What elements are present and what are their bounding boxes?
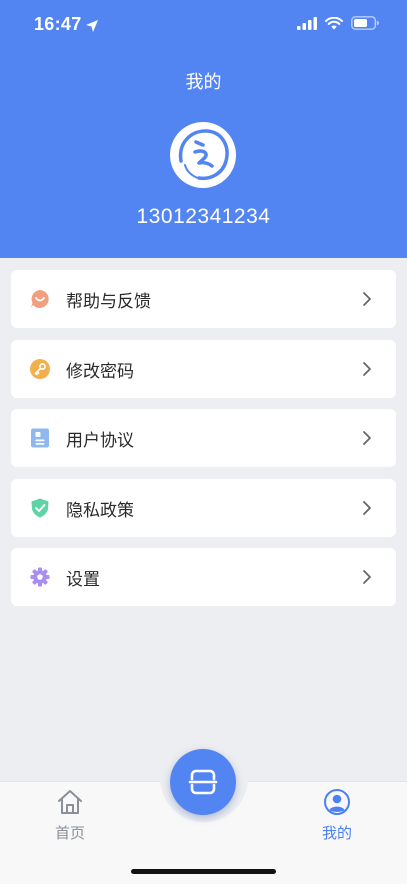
chevron-right-icon xyxy=(363,361,371,376)
signal-icon xyxy=(297,16,317,30)
chevron-right-icon xyxy=(363,431,371,445)
tab-home[interactable]: 首页 xyxy=(30,788,110,843)
home-indicator xyxy=(131,869,276,874)
gear-icon xyxy=(30,567,50,587)
chevron-right-icon xyxy=(363,570,371,584)
menu-label: 用户协议 xyxy=(66,431,134,451)
document-icon xyxy=(31,428,49,448)
avatar[interactable] xyxy=(169,121,237,189)
key-icon xyxy=(30,358,50,379)
tab-mine-label: 我的 xyxy=(321,824,352,842)
user-circle-icon xyxy=(324,789,350,815)
location-arrow-icon xyxy=(86,20,98,32)
menu-item-help-feedback[interactable]: 帮助与反馈 xyxy=(11,270,396,328)
scan-icon xyxy=(188,769,218,795)
menu-label: 隐私政策 xyxy=(66,500,134,521)
status-time: 16:47 xyxy=(34,14,82,34)
menu-item-settings[interactable]: 设置 xyxy=(11,548,396,606)
tab-mine[interactable]: 我的 xyxy=(297,788,377,843)
menu-label: 帮助与反馈 xyxy=(66,292,151,312)
smile-bubble-icon xyxy=(31,290,49,308)
menu-label: 设置 xyxy=(66,570,100,590)
battery-icon xyxy=(351,16,379,30)
page-title: 我的 xyxy=(185,72,222,93)
menu-item-privacy-policy[interactable]: 隐私政策 xyxy=(11,478,396,537)
profile-header: 16:47 我的 13012341234 xyxy=(0,0,407,258)
menu-item-user-agreement[interactable]: 用户协议 xyxy=(11,409,396,467)
scan-button[interactable] xyxy=(170,749,236,815)
settings-menu: 帮助与反馈 修改密码 用户协议 隐私政策 设置 xyxy=(11,270,396,618)
chevron-right-icon xyxy=(363,500,371,515)
home-icon xyxy=(58,790,82,814)
phone-number: 13012341234 xyxy=(136,205,271,228)
chevron-right-icon xyxy=(363,292,371,306)
menu-item-change-password[interactable]: 修改密码 xyxy=(11,339,396,398)
tab-home-label: 首页 xyxy=(54,824,85,842)
menu-label: 修改密码 xyxy=(66,361,134,382)
status-bar: 16:47 xyxy=(0,0,407,54)
shield-check-icon xyxy=(31,498,49,517)
wifi-icon xyxy=(325,16,343,29)
